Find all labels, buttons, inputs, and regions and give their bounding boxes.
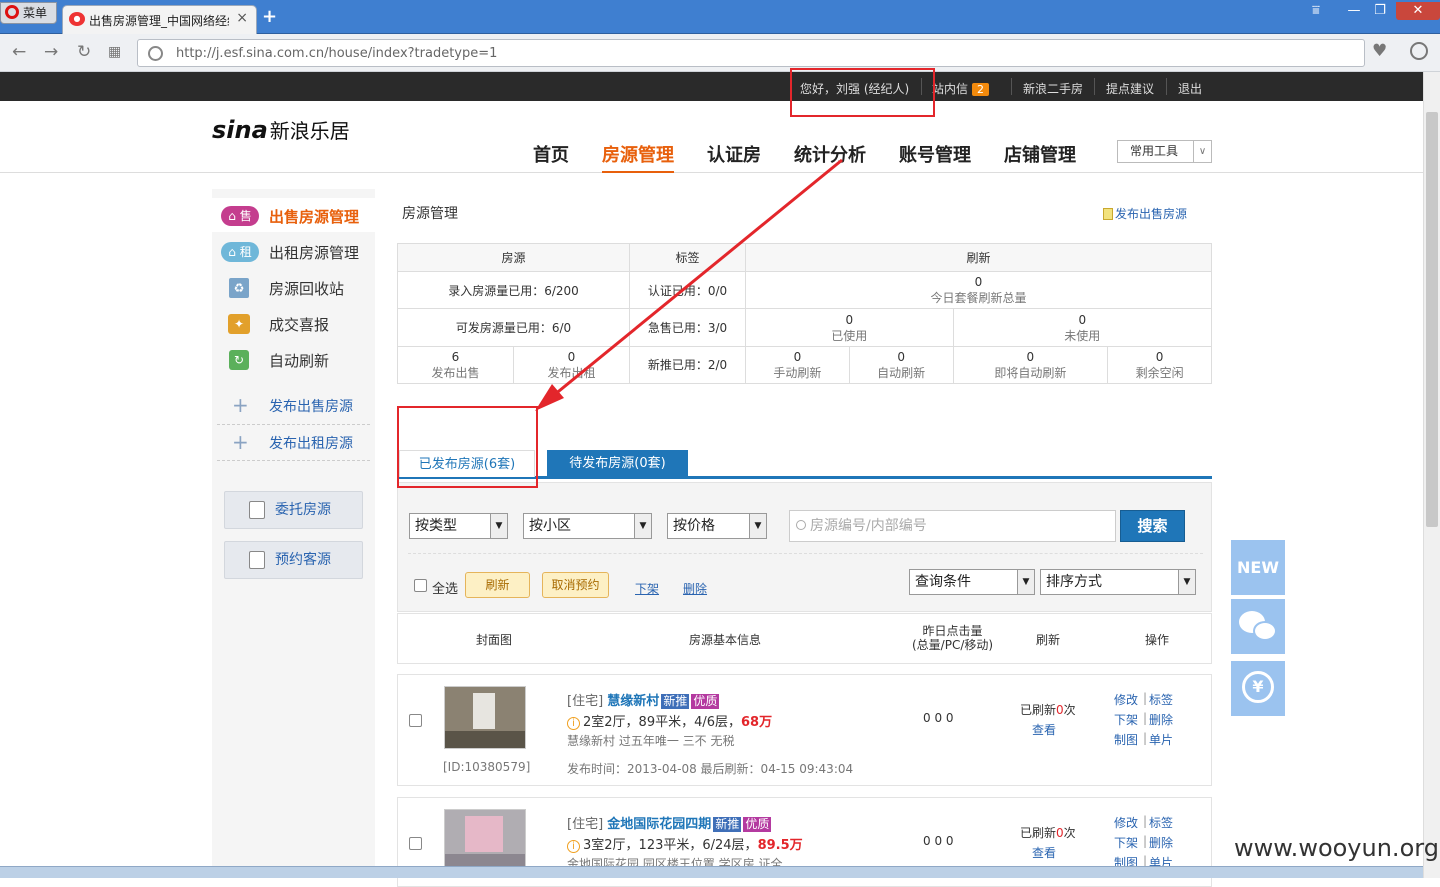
os-taskbar [0, 866, 1423, 878]
annotation-arrow [535, 158, 843, 411]
arrow-line [547, 158, 843, 402]
watermark: www.wooyun.org [1234, 834, 1439, 862]
arrowhead-icon [535, 384, 564, 411]
